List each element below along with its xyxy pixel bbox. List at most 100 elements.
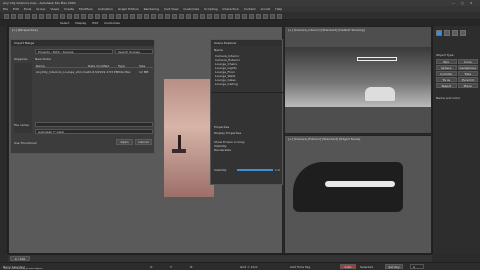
toolbar-tool-icon[interactable] <box>151 14 156 19</box>
col-type[interactable]: Type <box>118 64 125 68</box>
toolbar-tool-icon[interactable] <box>32 14 37 19</box>
file-size: 12 MB <box>139 70 149 74</box>
toolbar-tool-icon[interactable] <box>95 14 100 19</box>
toolbar-tool-icon[interactable] <box>123 14 128 19</box>
ceiling-light <box>357 57 397 61</box>
toolbar-tool-icon[interactable] <box>277 14 282 19</box>
toolbar-tool-icon[interactable] <box>165 14 170 19</box>
property-row[interactable]: Renderable <box>214 148 280 152</box>
open-button[interactable]: Open <box>116 139 133 145</box>
toolbar-tool-icon[interactable] <box>270 14 275 19</box>
minimize-button[interactable]: — <box>452 1 455 5</box>
toolbar-tool-icon[interactable] <box>18 14 23 19</box>
toolbar-tool-icon[interactable] <box>207 14 212 19</box>
col-date[interactable]: Date modified <box>88 64 109 68</box>
toolbar-tool-icon[interactable] <box>25 14 30 19</box>
scene-explorer-tab[interactable]: Name <box>214 48 223 52</box>
toolbar-tool-icon[interactable] <box>249 14 254 19</box>
chair-base <box>172 149 186 153</box>
toolbar-tool-icon[interactable] <box>102 14 107 19</box>
organize-menu[interactable]: Organize <box>14 57 27 61</box>
filename-field[interactable] <box>35 122 153 127</box>
toolbar-tool-icon[interactable] <box>228 14 233 19</box>
auto-key-button[interactable]: Auto <box>340 264 356 269</box>
toolbar-tool-icon[interactable] <box>46 14 51 19</box>
set-key-button[interactable]: Set Key <box>385 264 403 269</box>
toolbar-tool-icon[interactable] <box>109 14 114 19</box>
toolbar-tool-icon[interactable] <box>4 14 9 19</box>
scene-explorer: Scene Explorer Name Camera_Interior Camer… <box>210 39 284 185</box>
toolbar-tool-icon[interactable] <box>200 14 205 19</box>
primitive-button[interactable]: Pyramid <box>457 77 478 82</box>
slider-label: Visibility <box>214 168 227 172</box>
toolbar-tool-icon[interactable] <box>53 14 58 19</box>
toolbar-tool-icon[interactable] <box>179 14 184 19</box>
toolbar-tool-icon[interactable] <box>116 14 121 19</box>
toolbar-tool-icon[interactable] <box>158 14 163 19</box>
filter-select[interactable]: Autodesk (*.max) <box>35 129 153 134</box>
frame-field[interactable]: 0 <box>410 264 424 269</box>
chair-closeup <box>293 162 403 212</box>
scene-item[interactable]: Lounge_Ceiling <box>215 82 281 86</box>
close-button[interactable]: ✕ <box>470 1 473 5</box>
toolbar-tool-icon[interactable] <box>39 14 44 19</box>
time-slider[interactable]: 0 / 100 <box>10 256 30 261</box>
hierarchy-tab-icon[interactable] <box>452 30 458 36</box>
timeline[interactable]: 0 / 100 <box>8 254 432 262</box>
create-tab-icon[interactable] <box>436 30 442 36</box>
primitive-button[interactable]: Box <box>436 59 457 64</box>
new-folder-button[interactable]: New folder <box>35 57 51 61</box>
toolbar-tool-icon[interactable] <box>221 14 226 19</box>
maximize-button[interactable]: □ <box>461 1 464 5</box>
modify-tab-icon[interactable] <box>444 30 450 36</box>
z-coord[interactable]: Z: <box>190 265 193 269</box>
toolbar-tool-icon[interactable] <box>60 14 65 19</box>
toolbar-tool-icon[interactable] <box>263 14 268 19</box>
add-time-tag[interactable]: Add Time Tag <box>290 265 310 269</box>
thumbnail-option[interactable]: Use Thumbnail <box>14 141 36 145</box>
toolbar-tool-icon[interactable] <box>88 14 93 19</box>
cancel-button[interactable]: Cancel <box>135 139 152 145</box>
toolbar-tool-icon[interactable] <box>186 14 191 19</box>
name-color-title: Name and Color <box>436 96 461 100</box>
search-input[interactable]: Search Scenes <box>115 49 153 54</box>
toolbar-tool-icon[interactable] <box>144 14 149 19</box>
breadcrumb[interactable]: Projects › MAX › Scenes <box>35 49 113 54</box>
primitive-button[interactable]: GeoSphere <box>457 65 478 70</box>
properties-subtitle: Display Properties <box>214 131 242 135</box>
filename-label: File name: <box>14 123 30 127</box>
camera-interior-viewport[interactable]: [+] [Camera_Interior] [Standard] [Defaul… <box>284 26 432 134</box>
primitive-button[interactable]: Teapot <box>436 83 457 88</box>
toolbar-tool-icon[interactable] <box>214 14 219 19</box>
y-coord[interactable]: Y: <box>170 265 172 269</box>
x-coord[interactable]: X: <box>150 265 153 269</box>
toolbar-tool-icon[interactable] <box>193 14 198 19</box>
motion-tab-icon[interactable] <box>460 30 466 36</box>
toolbar-tool-icon[interactable] <box>130 14 135 19</box>
toolbar-tool-icon[interactable] <box>74 14 79 19</box>
primitive-button[interactable]: Plane <box>457 83 478 88</box>
visibility-slider[interactable] <box>237 169 273 171</box>
selected-dropdown[interactable]: Selected <box>360 265 373 269</box>
primitive-button[interactable]: Cylinder <box>436 71 457 76</box>
slider-value: 1.0 <box>275 168 280 172</box>
camera-exterior-viewport[interactable]: [+] [Camera_Exterior] [Standard] [Edged … <box>284 135 432 254</box>
toolbar-tool-icon[interactable] <box>172 14 177 19</box>
toolbar-tool-icon[interactable] <box>242 14 247 19</box>
toolbar-tool-icon[interactable] <box>67 14 72 19</box>
toolbar-tool-icon[interactable] <box>235 14 240 19</box>
dialog-title: Import Merge <box>11 40 154 46</box>
toolbar-tool-icon[interactable] <box>81 14 86 19</box>
viewport-label: [+] [Camera_Interior] [Standard] [Defaul… <box>288 28 365 32</box>
primitive-button[interactable]: Tube <box>457 71 478 76</box>
file-row[interactable]: AnyCity_Interiors_Lounge_v02.max 11/13/2… <box>35 70 153 74</box>
toolbar-tool-icon[interactable] <box>256 14 261 19</box>
primitive-button[interactable]: Torus <box>436 77 457 82</box>
col-size[interactable]: Size <box>139 64 145 68</box>
toolbar-tool-icon[interactable] <box>137 14 142 19</box>
viewport-label: [+] [Camera_Exterior] [Standard] [Edged … <box>288 137 361 141</box>
primitive-button[interactable]: Sphere <box>436 65 457 70</box>
primitive-button[interactable]: Cone <box>457 59 478 64</box>
toolbar-tool-icon[interactable] <box>11 14 16 19</box>
col-name[interactable]: Name <box>36 64 45 68</box>
